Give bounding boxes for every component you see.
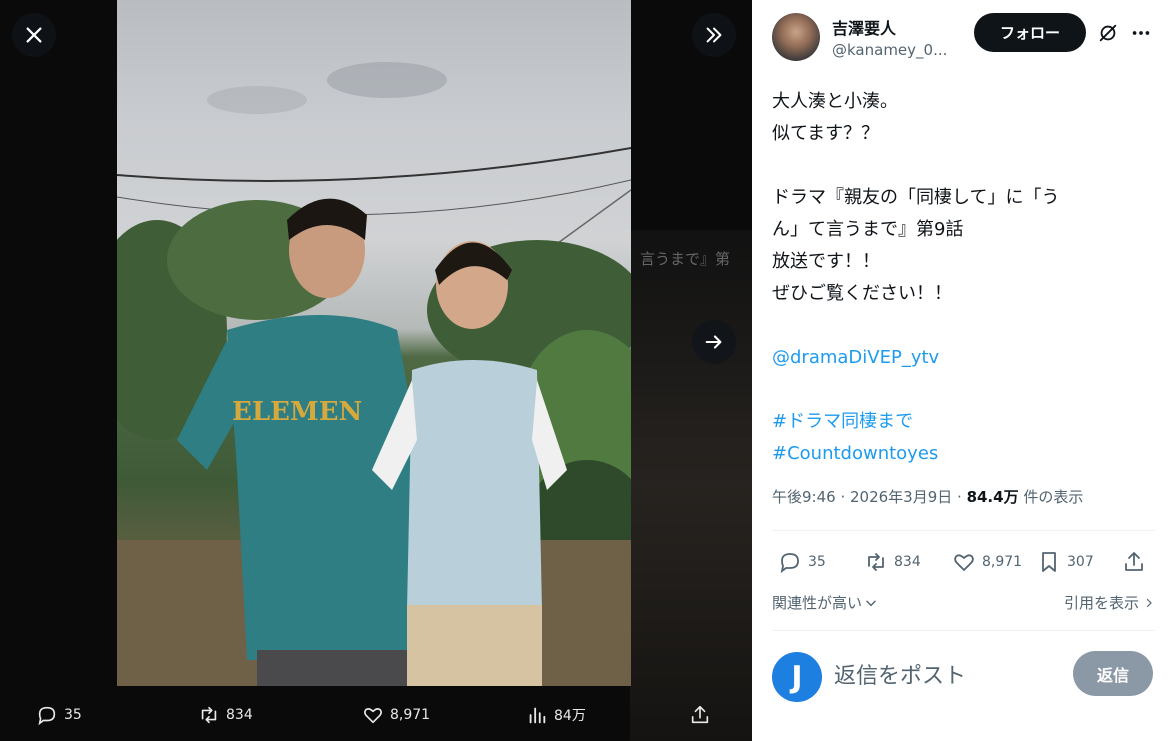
share-button[interactable] <box>1122 550 1146 574</box>
like-count: 8,971 <box>982 554 1023 570</box>
double-chevron-right-icon <box>706 27 722 43</box>
grok-icon[interactable] <box>1097 22 1119 44</box>
post-text-line <box>772 310 1152 342</box>
viewer-repost-button[interactable]: 834 <box>198 704 253 726</box>
post-text-line: 放送です！！ <box>772 251 880 272</box>
viewer-like-count: 8,971 <box>390 707 431 723</box>
post-detail-panel: 吉澤要人 @kanamey_0... フォロー 大人湊と小湊。 似てます？？ ド… <box>752 0 1171 741</box>
sort-label: 関連性が高い <box>772 594 863 612</box>
post-text-line <box>772 374 1152 406</box>
my-avatar-letter: J <box>791 659 803 695</box>
viewer-like-button[interactable]: 8,971 <box>362 704 430 726</box>
repost-count: 834 <box>894 554 921 570</box>
bookmark-button[interactable]: 307 <box>1037 550 1094 574</box>
repost-icon <box>201 706 217 724</box>
viewer-repost-count: 834 <box>226 707 253 723</box>
my-avatar[interactable]: J <box>772 652 822 702</box>
close-button[interactable] <box>12 13 56 57</box>
reply-input[interactable] <box>834 656 1054 696</box>
view-quotes-link[interactable]: 引用を表示 <box>1064 592 1155 613</box>
post-text-line: 似てます？？ <box>772 123 880 144</box>
repost-button[interactable]: 834 <box>864 550 921 574</box>
viewer-action-bar: 35 834 8,971 84万 <box>0 690 752 741</box>
expand-panel-button[interactable] <box>692 13 736 57</box>
viewer-share-button[interactable] <box>689 704 711 726</box>
post-action-bar: 35 834 8,971 307 <box>772 546 1155 580</box>
divider <box>772 530 1155 531</box>
app-root: 言うまで』第 ELEMEN 35 834 8,971 84万 吉澤要人 @kan… <box>0 0 1171 741</box>
post-text-line: ぜひご覧ください！！ <box>772 283 952 304</box>
author-handle[interactable]: @kanamey_0... <box>832 41 947 59</box>
reply-submit-button[interactable]: 返信 <box>1073 651 1153 696</box>
quotes-label: 引用を表示 <box>1063 594 1139 612</box>
post-text-line: ん」て言うまで』第9話 <box>772 219 964 240</box>
hashtag-link[interactable]: #Countdowntoyes <box>772 438 1152 470</box>
heart-icon <box>954 554 974 571</box>
post-view-suffix: 件の表示 <box>1018 488 1084 506</box>
next-image-button[interactable] <box>692 320 736 364</box>
post-text-line <box>772 150 1152 182</box>
viewer-reply-button[interactable]: 35 <box>36 704 82 726</box>
follow-button[interactable]: フォロー <box>974 13 1086 52</box>
repost-icon <box>868 553 884 571</box>
chevron-down-icon <box>866 600 876 606</box>
reply-sort-dropdown[interactable]: 関連性が高い <box>772 592 878 613</box>
post-body: 大人湊と小湊。 似てます？？ ドラマ『親友の「同棲して」に「う ん」て言うまで』… <box>772 86 1152 470</box>
photo-illustration: ELEMEN <box>117 62 631 686</box>
chevron-right-icon <box>1146 598 1152 607</box>
background-caption: 言うまで』第 <box>640 250 731 268</box>
author-avatar[interactable] <box>772 13 820 61</box>
post-photo[interactable]: ELEMEN <box>117 0 631 686</box>
arrow-right-icon <box>705 335 722 349</box>
bookmark-count: 307 <box>1067 554 1094 570</box>
more-options-icon[interactable] <box>1130 22 1152 44</box>
mention-link[interactable]: @dramaDiVEP_ytv <box>772 342 1152 374</box>
divider <box>772 630 1155 631</box>
viewer-views-count: 84万 <box>554 708 586 724</box>
close-icon <box>26 27 42 43</box>
reply-count: 35 <box>808 554 826 570</box>
viewer-reply-count: 35 <box>64 707 82 723</box>
svg-text:ELEMEN: ELEMEN <box>232 397 362 427</box>
heart-icon <box>364 708 382 724</box>
hashtag-link[interactable]: #ドラマ同棲まで <box>772 406 1152 438</box>
bookmark-icon <box>1042 552 1056 572</box>
post-meta: 午後9:46 · 2026年3月9日 · 84.4万 件の表示 <box>772 486 1083 507</box>
reply-icon <box>38 706 56 726</box>
post-text-line: 大人湊と小湊。 <box>772 91 898 112</box>
analytics-icon <box>529 707 546 724</box>
reply-icon <box>780 553 799 574</box>
post-view-count: 84.4万 <box>966 488 1019 506</box>
share-icon <box>1125 552 1143 571</box>
viewer-views-button[interactable]: 84万 <box>526 704 586 726</box>
like-button[interactable]: 8,971 <box>952 550 1022 574</box>
post-text-line: ドラマ『親友の「同棲して」に「う <box>772 187 1060 208</box>
share-icon <box>691 705 709 724</box>
background-blur <box>630 230 752 741</box>
media-viewer: 言うまで』第 ELEMEN 35 834 8,971 84万 <box>0 0 752 741</box>
reply-button[interactable]: 35 <box>778 550 826 574</box>
post-timestamp[interactable]: 午後9:46 · 2026年3月9日 · <box>772 488 967 506</box>
author-name[interactable]: 吉澤要人 <box>832 15 896 39</box>
